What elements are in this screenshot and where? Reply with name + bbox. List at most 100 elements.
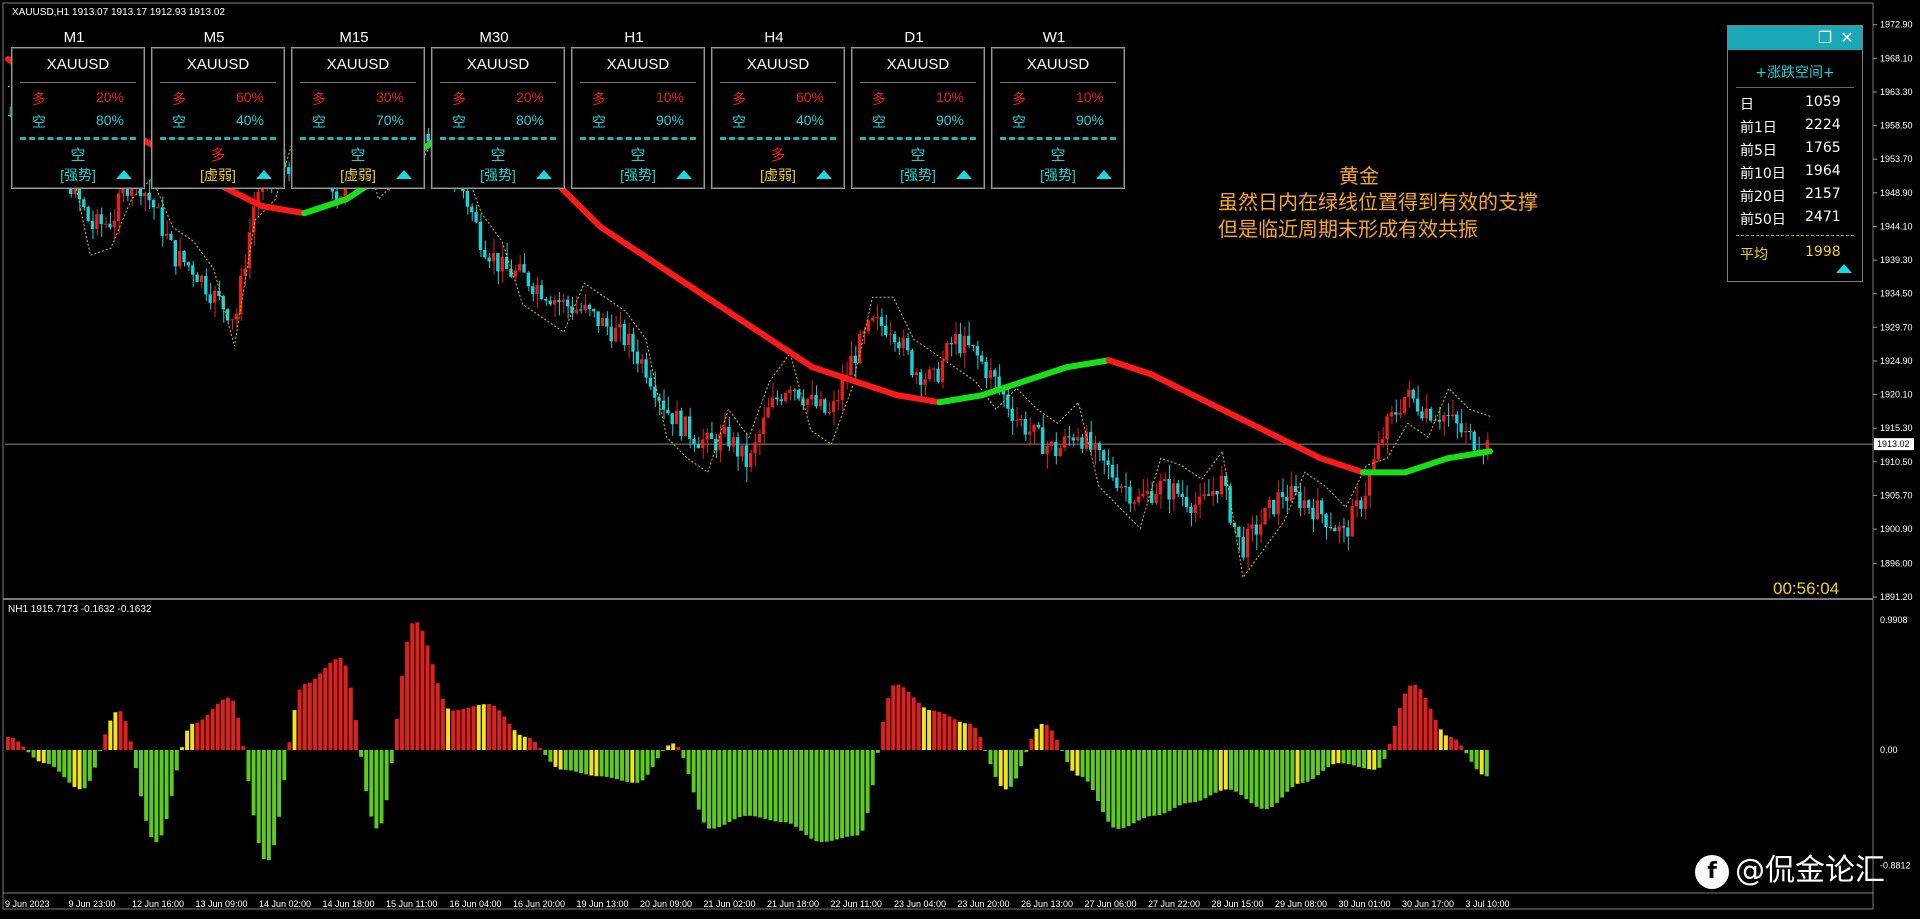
oscillator-bar (384, 750, 389, 801)
oscillator-bar (584, 750, 589, 775)
candle-body (531, 286, 535, 294)
candle-body (1080, 437, 1084, 449)
candle-body (884, 325, 888, 336)
oscillator-bar (1321, 750, 1326, 771)
oscillator-bar (420, 630, 425, 750)
oscillator-bar (1316, 750, 1320, 776)
tf-triangle-icon[interactable] (536, 170, 552, 179)
time-tick-label: 26 Jun 13:00 (1021, 899, 1073, 909)
candle-body (1071, 437, 1075, 441)
candle-body (86, 207, 90, 221)
oscillator-bar (266, 750, 271, 861)
candle-body (901, 338, 905, 349)
candle-body (823, 399, 827, 413)
candle-body (552, 300, 557, 305)
tf-panel-d1[interactable]: XAUUSD 多 10% 空 90% 空 [强势] (851, 47, 985, 189)
oscillator-bar (712, 750, 717, 829)
tf-triangle-icon[interactable] (396, 170, 412, 179)
tf-triangle-icon[interactable] (1096, 170, 1112, 179)
tf-short-label: 空 (1012, 114, 1026, 130)
moving-average-segment (1402, 455, 1451, 476)
candle-body (169, 233, 173, 241)
oscillator-bar (277, 750, 282, 817)
tf-panel-w1[interactable]: XAUUSD 多 10% 空 90% 空 [强势] (991, 47, 1125, 189)
oscillator-bar (998, 750, 1003, 786)
moving-average-segment (724, 308, 774, 343)
oscillator-bar (476, 705, 481, 750)
oscillator-bar (210, 709, 215, 750)
tf-long-value: 10% (655, 89, 684, 105)
oscillator-bar (379, 750, 384, 824)
candle-body (1110, 464, 1115, 478)
range-stats-panel[interactable]: ❐ ✕ +涨跌空间+ 日 1059 前1日 2224 前5日 1765 前10日 1964 前2… (1727, 25, 1863, 282)
oscillator-bar (640, 750, 645, 781)
tf-panel-m30[interactable]: XAUUSD 多 20% 空 80% 空 [强势] (431, 47, 565, 189)
candle-body (949, 343, 953, 345)
tf-triangle-icon[interactable] (956, 170, 972, 179)
oscillator-bar (471, 706, 476, 750)
oscillator-bar (52, 750, 56, 767)
candle-body (879, 316, 884, 326)
oscillator-bar (968, 723, 972, 750)
oscillator-bar (988, 750, 993, 765)
tf-triangle-icon[interactable] (676, 170, 692, 179)
tf-panel-m15[interactable]: XAUUSD 多 30% 空 70% 空 [虚弱] (291, 47, 425, 189)
restore-icon[interactable]: ❐ (1816, 29, 1834, 47)
tf-triangle-icon[interactable] (256, 170, 272, 179)
stats-avg-label: 平均 (1740, 247, 1768, 263)
watermark: f @侃金论汇 (1695, 845, 1885, 889)
candle-body (286, 167, 291, 174)
candle-body (905, 338, 910, 351)
tf-direction: 空 (910, 147, 926, 164)
tf-divider (860, 82, 976, 83)
oscillator-bar (896, 684, 901, 750)
oscillator-bar (1362, 750, 1366, 769)
oscillator-bar (507, 723, 512, 750)
oscillator-bar (1080, 750, 1085, 777)
candle-body (1237, 526, 1241, 538)
candle-body (173, 240, 177, 267)
oscillator-bar (338, 658, 343, 750)
oscillator-bar (1403, 693, 1407, 750)
annotation-line2: 但是临近周期末形成有效共振 (1218, 217, 1478, 241)
tf-panel-h4[interactable]: XAUUSD 多 60% 空 40% 多 [虚弱] (711, 47, 845, 189)
close-icon[interactable]: ✕ (1838, 29, 1856, 47)
tf-dashed-divider (860, 137, 976, 140)
candle-body (1119, 486, 1123, 488)
candle-body (892, 334, 897, 343)
oscillator-bar (1428, 708, 1433, 750)
oscillator-bar (169, 750, 174, 796)
candle-body (818, 399, 823, 407)
tf-short-value: 80% (95, 112, 124, 128)
oscillator-bar (1142, 750, 1146, 818)
tf-triangle-icon[interactable] (816, 170, 832, 179)
price-tick-label: 1944.10 (1880, 221, 1913, 231)
candle-body (1254, 524, 1258, 535)
candle-body (1415, 398, 1420, 412)
tf-triangle-icon[interactable] (116, 170, 132, 179)
oscillator-bar (957, 721, 962, 750)
tf-panel-h1[interactable]: XAUUSD 多 10% 空 90% 空 [强势] (571, 47, 705, 189)
candle-body (701, 439, 705, 449)
candle-body (1337, 526, 1341, 532)
candle-body (1315, 500, 1320, 520)
oscillator-bar (1039, 723, 1044, 750)
oscillator-bar (287, 742, 292, 750)
candle-body (99, 214, 103, 225)
oscillator-bar (1295, 750, 1300, 784)
stats-titlebar[interactable]: ❐ ✕ (1728, 26, 1862, 50)
tf-dashed-divider (440, 137, 556, 140)
oscillator-bar (410, 623, 415, 750)
candle-body (1097, 443, 1102, 451)
oscillator-bar (1203, 750, 1208, 799)
oscillator-bar (1003, 750, 1008, 790)
oscillator-bar (1326, 750, 1331, 767)
candle-body (1263, 508, 1267, 525)
oscillator-bar (77, 750, 82, 790)
oscillator-bar (430, 664, 435, 750)
tf-short-label: 空 (172, 114, 186, 130)
candle-body (683, 416, 687, 436)
tf-panel-m1[interactable]: XAUUSD 多 20% 空 80% 空 [强势] (11, 47, 145, 189)
tf-panel-m5[interactable]: XAUUSD 多 60% 空 40% 多 [虚弱] (151, 47, 285, 189)
collapse-triangle-icon[interactable] (1836, 264, 1852, 273)
